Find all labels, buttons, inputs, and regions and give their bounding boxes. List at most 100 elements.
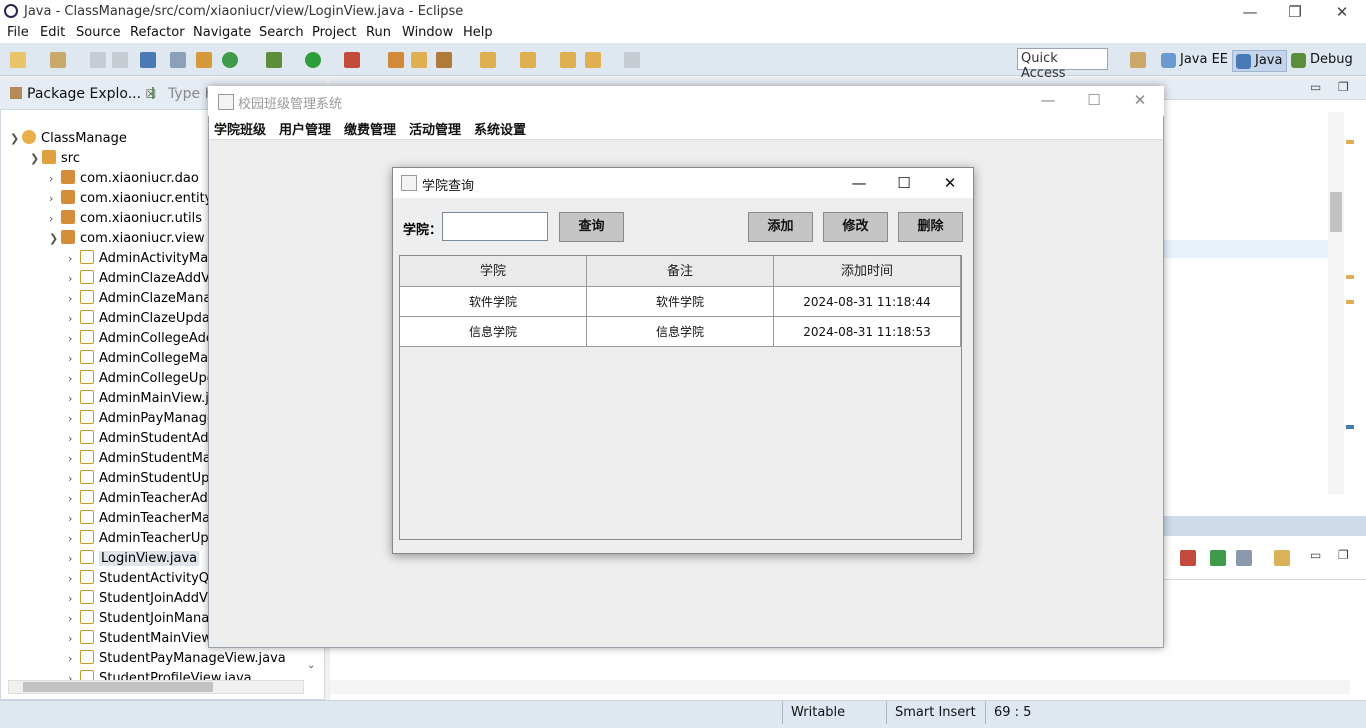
add-button[interactable]: 添加 xyxy=(748,212,813,242)
eclipse-window-title: Java - ClassManage/src/com/xiaoniucr/vie… xyxy=(24,4,464,19)
restore-icon[interactable]: ❐ xyxy=(1275,2,1315,22)
java-file-icon xyxy=(80,310,94,324)
view-tab-bar xyxy=(1163,516,1366,536)
table-cell: 信息学院 xyxy=(400,317,587,347)
remove-launch-icon[interactable] xyxy=(1180,550,1196,566)
java-file-icon xyxy=(80,450,94,464)
java-file-icon xyxy=(80,390,94,404)
app-close-icon[interactable]: ✕ xyxy=(1120,90,1160,110)
debug-icon[interactable] xyxy=(266,52,282,68)
open-console-icon[interactable] xyxy=(1274,550,1290,566)
refresh-icon[interactable] xyxy=(222,52,238,68)
new-project-icon[interactable] xyxy=(50,52,66,68)
pin-console-icon[interactable] xyxy=(1210,550,1226,566)
status-divider xyxy=(886,702,887,724)
new-icon[interactable] xyxy=(10,52,26,68)
tree-item-file[interactable]: › StudentPayManageView.java xyxy=(10,650,310,670)
menu-refactor[interactable]: Refactor xyxy=(130,25,185,40)
package-icon[interactable] xyxy=(196,52,212,68)
frame-maximize-icon[interactable]: ☐ xyxy=(891,173,917,193)
perspective-debug[interactable]: Debug xyxy=(1288,50,1357,72)
minimize-icon[interactable]: — xyxy=(1230,2,1270,22)
menu-payment-management[interactable]: 缴费管理 xyxy=(344,119,396,138)
maximize-console-icon[interactable]: ❐ xyxy=(1338,548,1349,562)
save-icon[interactable] xyxy=(90,52,106,68)
eclipse-icon xyxy=(4,4,18,18)
next-annotation-icon[interactable] xyxy=(480,52,496,68)
menu-run[interactable]: Run xyxy=(366,25,391,40)
forward-icon[interactable] xyxy=(624,52,640,68)
save-all-icon[interactable] xyxy=(112,52,128,68)
scroll-down-icon[interactable]: ⌄ xyxy=(307,660,315,671)
table-row[interactable]: 软件学院 软件学院 2024-08-31 11:18:44 xyxy=(400,287,961,317)
frame-minimize-icon[interactable]: — xyxy=(846,173,872,193)
column-header-remark[interactable]: 备注 xyxy=(587,256,774,287)
package-icon xyxy=(61,170,75,184)
menu-college-class[interactable]: 学院班级 xyxy=(214,119,266,138)
menu-search[interactable]: Search xyxy=(259,25,304,40)
app-menu-bar: 学院班级 用户管理 缴费管理 活动管理 系统设置 xyxy=(209,116,1163,140)
back-icon[interactable] xyxy=(585,52,601,68)
college-label: 学院： xyxy=(403,223,443,238)
tab-package-explorer[interactable]: Package Explo... ☒ xyxy=(10,86,156,102)
menu-project[interactable]: Project xyxy=(312,25,356,40)
menu-file[interactable]: File xyxy=(7,25,29,40)
column-header-added-time[interactable]: 添加时间 xyxy=(774,256,961,287)
perspective-java-ee[interactable]: Java EE xyxy=(1158,50,1232,72)
open-type-icon[interactable] xyxy=(388,52,404,68)
maximize-view-icon[interactable]: ❐ xyxy=(1338,80,1349,94)
outline-selection xyxy=(1163,240,1328,258)
menu-help[interactable]: Help xyxy=(463,25,493,40)
column-header-college[interactable]: 学院 xyxy=(400,256,587,287)
search-icon[interactable] xyxy=(436,52,452,68)
java-file-icon xyxy=(80,630,94,644)
annotation-marker xyxy=(1346,425,1354,429)
menu-user-management[interactable]: 用户管理 xyxy=(279,119,331,138)
last-edit-icon[interactable] xyxy=(560,52,576,68)
java-file-icon xyxy=(80,510,94,524)
open-folder-icon[interactable] xyxy=(411,52,427,68)
app-minimize-icon[interactable]: — xyxy=(1028,90,1068,110)
horizontal-scrollbar[interactable] xyxy=(8,680,304,694)
previous-annotation-icon[interactable] xyxy=(520,52,536,68)
app-maximize-icon[interactable]: ☐ xyxy=(1074,90,1114,110)
eclipse-menu-bar: File Edit Source Refactor Navigate Searc… xyxy=(0,23,1366,43)
menu-window[interactable]: Window xyxy=(402,25,453,40)
editor-horizontal-scrollbar[interactable] xyxy=(330,680,1350,694)
menu-navigate[interactable]: Navigate xyxy=(193,25,251,40)
java-file-icon xyxy=(80,350,94,364)
table-cell: 软件学院 xyxy=(400,287,587,317)
java-file-icon xyxy=(80,410,94,424)
edit-button[interactable]: 修改 xyxy=(823,212,888,242)
java-ee-icon xyxy=(1161,53,1176,68)
java-file-icon xyxy=(80,650,94,664)
tree-item-file[interactable]: › StudentProfileView.java xyxy=(10,670,310,680)
run-icon[interactable] xyxy=(305,52,321,68)
quick-access-input[interactable]: Quick Access xyxy=(1017,48,1108,81)
delete-button[interactable]: 删除 xyxy=(898,212,963,242)
menu-edit[interactable]: Edit xyxy=(40,25,65,40)
external-tools-icon[interactable] xyxy=(344,52,360,68)
menu-system-settings[interactable]: 系统设置 xyxy=(474,119,526,138)
menu-source[interactable]: Source xyxy=(76,25,121,40)
vertical-scrollbar[interactable] xyxy=(1328,112,1344,494)
skip-breakpoints-icon[interactable] xyxy=(170,52,186,68)
menu-activity-management[interactable]: 活动管理 xyxy=(409,119,461,138)
app-title: 校园班级管理系统 xyxy=(238,97,343,112)
college-search-input[interactable] xyxy=(442,212,548,241)
frame-close-icon[interactable]: ✕ xyxy=(937,173,963,193)
perspective-java[interactable]: Java xyxy=(1232,50,1288,72)
terminal-icon[interactable] xyxy=(140,52,156,68)
table-row[interactable]: 信息学院 信息学院 2024-08-31 11:18:53 xyxy=(400,317,961,347)
status-divider xyxy=(985,702,986,724)
tab-type-hierarchy[interactable]: Type H xyxy=(152,86,215,102)
debug-perspective-icon xyxy=(1291,53,1306,68)
close-icon[interactable]: ✕ xyxy=(1322,2,1362,22)
status-divider xyxy=(782,702,783,724)
display-console-icon[interactable] xyxy=(1236,550,1252,566)
open-perspective-icon[interactable] xyxy=(1130,52,1146,68)
minimize-view-icon[interactable]: ▭ xyxy=(1310,80,1321,94)
minimize-console-icon[interactable]: ▭ xyxy=(1310,548,1321,562)
eclipse-title-bar: Java - ClassManage/src/com/xiaoniucr/vie… xyxy=(0,0,1366,23)
query-button[interactable]: 查询 xyxy=(559,212,624,242)
